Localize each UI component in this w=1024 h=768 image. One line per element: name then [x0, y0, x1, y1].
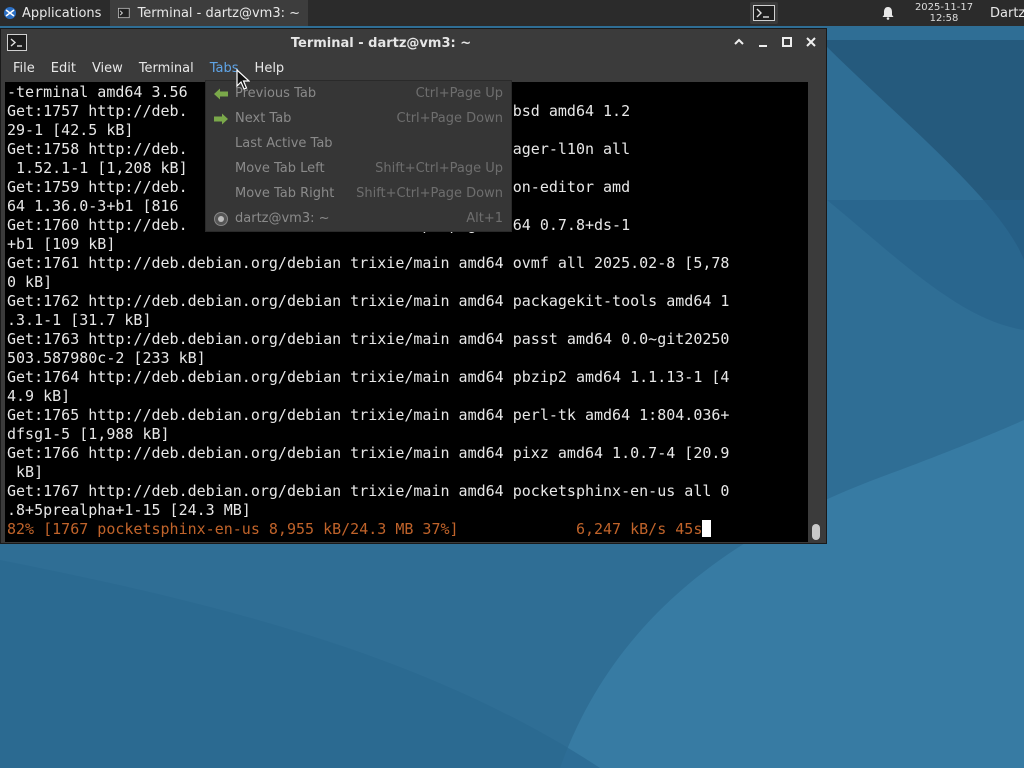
terminal-launcher-icon	[753, 5, 775, 21]
terminal-line: Get:1767 http://deb.debian.org/debian tr…	[7, 482, 730, 500]
terminal-line: +b1 [109 kB]	[7, 235, 116, 253]
chevron-up-icon	[734, 38, 744, 45]
clock-time: 12:58	[929, 13, 959, 24]
tabs-menu-item-last-active-tab[interactable]: Last Active Tab	[206, 131, 511, 156]
terminal-line: 503.587980c-2 [233 kB]	[7, 349, 206, 367]
terminal-line: .8+5prealpha+1-15 [24.3 MB]	[7, 501, 251, 519]
terminal-line: 4.9 kB]	[7, 387, 71, 405]
terminal-progress-line: 82% [1767 pocketsphinx-en-us 8,955 kB/24…	[7, 520, 808, 539]
tabs-menu-item-dartz-vm3[interactable]: dartz@vm3: ~ Alt+1	[206, 206, 511, 231]
tabs-menu-item-label: Last Active Tab	[235, 136, 333, 151]
top-panel: Applications Terminal - dartz@vm3: ~ 202…	[0, 0, 1024, 26]
tabs-menu-item-shortcut: Shift+Ctrl+Page Up	[375, 161, 503, 176]
tabs-menu-item-shortcut: Ctrl+Page Up	[415, 86, 503, 101]
scrollbar[interactable]	[809, 82, 825, 542]
menu-terminal[interactable]: Terminal	[131, 57, 202, 81]
terminal-line: .3.1-1 [31.7 kB]	[7, 311, 152, 329]
terminal-line: Get:1763 http://deb.debian.org/debian tr…	[7, 330, 730, 348]
tabs-menu-item-label: Next Tab	[235, 111, 292, 126]
mouse-pointer-icon	[236, 69, 250, 90]
tabs-menu-item-move-tab-right[interactable]: Move Tab Right Shift+Ctrl+Page Down	[206, 181, 511, 206]
shade-button[interactable]	[730, 33, 748, 51]
title-bar[interactable]: Terminal - dartz@vm3: ~	[1, 29, 826, 57]
menu-view[interactable]: View	[84, 57, 131, 81]
tabs-menu-item-previous-tab[interactable]: Previous Tab Ctrl+Page Up	[206, 81, 511, 106]
close-icon	[806, 37, 816, 47]
xfce-logo-icon	[4, 7, 16, 19]
terminal-line: Get:1764 http://deb.debian.org/debian tr…	[7, 368, 730, 386]
tabs-menu-item-label: Move Tab Left	[235, 161, 325, 176]
tabs-menu-dropdown: Previous Tab Ctrl+Page Up Next Tab Ctrl+Pag…	[205, 80, 512, 232]
arrow-right-icon	[212, 110, 230, 128]
tabs-menu-item-move-tab-left[interactable]: Move Tab Left Shift+Ctrl+Page Up	[206, 156, 511, 181]
terminal-line: Get:1761 http://deb.debian.org/debian tr…	[7, 254, 730, 272]
clock[interactable]: 2025-11-17 12:58	[904, 2, 984, 24]
maximize-icon	[782, 37, 792, 47]
maximize-button[interactable]	[778, 33, 796, 51]
taskbar-terminal-title: Terminal - dartz@vm3: ~	[137, 5, 300, 21]
panel-terminal-launcher[interactable]	[750, 2, 778, 24]
minimize-icon	[759, 45, 767, 47]
menu-file[interactable]: File	[5, 57, 43, 81]
tabs-menu-item-shortcut: Ctrl+Page Down	[396, 111, 503, 126]
terminal-line: Get:1762 http://deb.debian.org/debian tr…	[7, 292, 730, 310]
terminal-line: dfsg1-5 [1,988 kB]	[7, 425, 170, 443]
arrow-left-icon	[212, 85, 230, 103]
tabs-menu-item-label: Move Tab Right	[235, 186, 335, 201]
terminal-line: Get:1765 http://deb.debian.org/debian tr…	[7, 406, 730, 424]
tabs-menu-item-next-tab[interactable]: Next Tab Ctrl+Page Down	[206, 106, 511, 131]
tabs-menu-item-shortcut: Shift+Ctrl+Page Down	[356, 186, 503, 201]
terminal-icon	[118, 7, 130, 19]
user-menu[interactable]: Dartz	[984, 6, 1024, 21]
terminal-line: kB]	[7, 463, 44, 481]
tabs-menu-item-shortcut: Alt+1	[466, 211, 503, 226]
progress-text: 82% [1767 pocketsphinx-en-us 8,955 kB/24…	[7, 520, 703, 538]
menu-bar: File Edit View Terminal Tabs Help	[1, 57, 826, 81]
minimize-button[interactable]	[754, 33, 772, 51]
menu-help[interactable]: Help	[247, 57, 293, 81]
notification-bell[interactable]	[878, 6, 898, 20]
tabs-menu-item-label: dartz@vm3: ~	[235, 211, 330, 226]
window-title: Terminal - dartz@vm3: ~	[290, 35, 472, 51]
bell-icon	[882, 7, 894, 20]
text-cursor	[702, 520, 712, 537]
close-button[interactable]	[802, 33, 820, 51]
applications-menu-button[interactable]: Applications	[0, 0, 110, 26]
taskbar-terminal-button[interactable]: Terminal - dartz@vm3: ~	[110, 0, 308, 26]
menu-edit[interactable]: Edit	[43, 57, 84, 81]
clock-date: 2025-11-17	[914, 2, 974, 13]
terminal-line: 0 kB]	[7, 273, 53, 291]
radio-selected-icon	[212, 210, 230, 228]
applications-label: Applications	[22, 5, 102, 21]
scrollbar-thumb[interactable]	[812, 524, 820, 540]
terminal-line: Get:1766 http://deb.debian.org/debian tr…	[7, 444, 730, 462]
